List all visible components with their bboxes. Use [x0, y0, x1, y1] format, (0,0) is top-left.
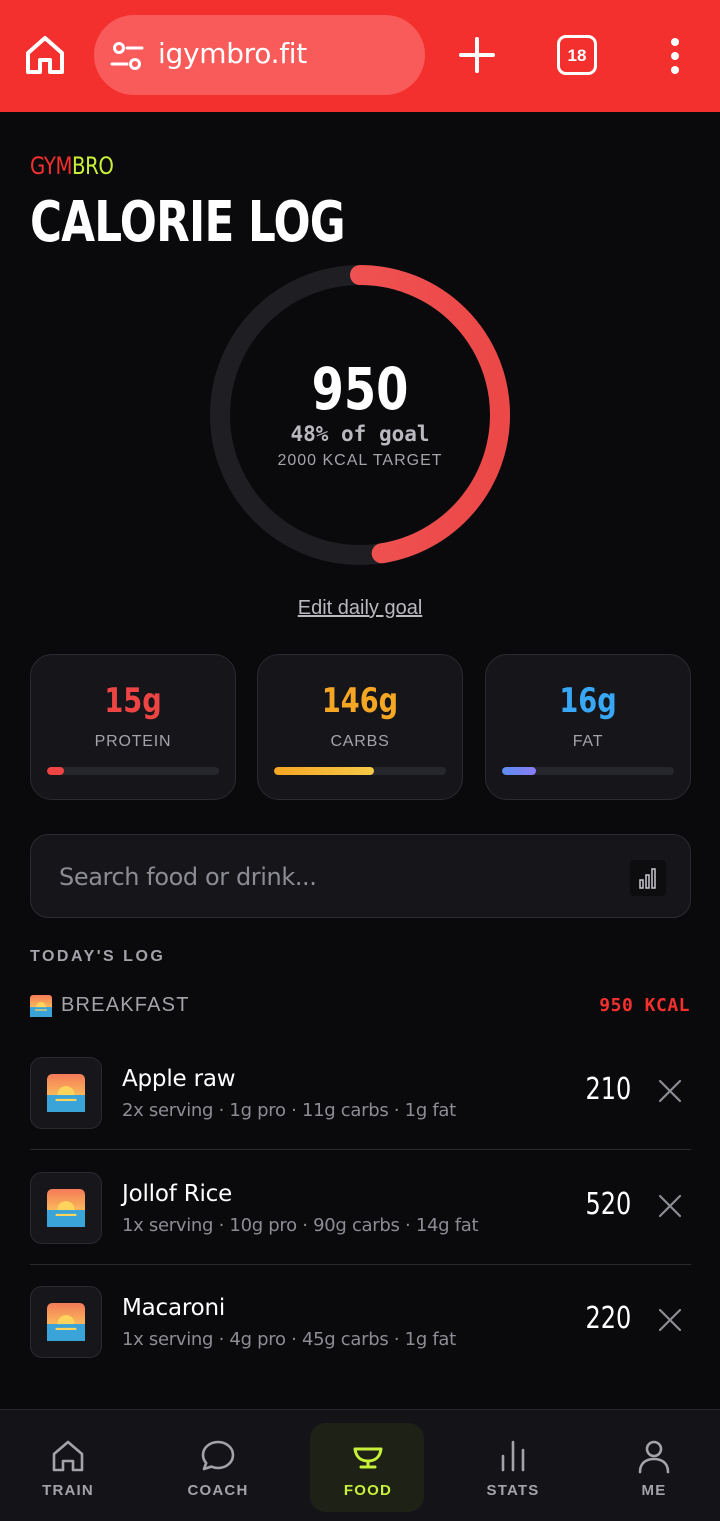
- remove-food-button[interactable]: [657, 1078, 683, 1104]
- home-icon: [26, 36, 64, 74]
- macro-progress-track: [502, 767, 674, 775]
- more-vertical-icon: [671, 38, 679, 74]
- nav-coach[interactable]: COACH: [158, 1410, 278, 1521]
- nav-label: STATS: [486, 1482, 540, 1499]
- remove-food-button[interactable]: [657, 1193, 683, 1219]
- tab-count: 18: [567, 46, 587, 65]
- food-log-row[interactable]: Apple raw 2x serving · 1g pro · 11g carb…: [30, 1036, 691, 1150]
- remove-food-button[interactable]: [657, 1307, 683, 1333]
- bar-chart-icon: [501, 1440, 525, 1472]
- macro-progress-fill: [274, 767, 374, 775]
- macro-card-fat: 16g FAT: [485, 654, 691, 800]
- nav-label: COACH: [187, 1482, 249, 1499]
- food-thumbnail: [30, 1172, 102, 1244]
- food-details: 2x serving · 1g pro · 11g carbs · 1g fat: [122, 1100, 456, 1121]
- food-kcal: 210: [585, 1072, 631, 1107]
- macro-progress-fill: [502, 767, 537, 775]
- meal-kcal-total: 950 KCAL: [599, 995, 690, 1016]
- macro-label: PROTEIN: [94, 733, 172, 750]
- goal-percent: 48% of goal: [290, 422, 430, 446]
- barcode-scan-button[interactable]: [630, 860, 666, 896]
- macro-progress-fill: [47, 767, 65, 775]
- macro-value: 16g: [559, 681, 617, 721]
- brand-bro: BRO: [72, 152, 114, 180]
- food-kcal: 220: [585, 1301, 631, 1336]
- sunrise-icon: [47, 1303, 85, 1341]
- nav-label: TRAIN: [42, 1482, 94, 1499]
- close-icon: [658, 1308, 682, 1332]
- bowl-icon: [353, 1447, 383, 1469]
- tab-switcher-button[interactable]: 18: [557, 35, 597, 75]
- chat-bubble-icon: [201, 1440, 235, 1471]
- site-settings-icon[interactable]: [110, 39, 144, 73]
- food-kcal: 520: [585, 1187, 631, 1222]
- macro-progress-track: [274, 767, 446, 775]
- food-search-box: [30, 834, 691, 918]
- nav-me[interactable]: ME: [594, 1410, 714, 1521]
- home-icon: [52, 1440, 84, 1472]
- food-name: Macaroni: [122, 1295, 226, 1321]
- barcode-scan-icon: [639, 868, 656, 889]
- close-icon: [658, 1079, 682, 1103]
- address-bar[interactable]: igymbro.fit: [94, 15, 425, 95]
- close-icon: [658, 1194, 682, 1218]
- food-details: 1x serving · 10g pro · 90g carbs · 14g f…: [122, 1215, 479, 1236]
- food-details: 1x serving · 4g pro · 45g carbs · 1g fat: [122, 1329, 456, 1350]
- sunrise-icon: [47, 1074, 85, 1112]
- food-thumbnail: [30, 1286, 102, 1358]
- food-name: Apple raw: [122, 1066, 236, 1092]
- food-name: Jollof Rice: [122, 1181, 233, 1207]
- brand-logo: GYMBRO: [30, 152, 114, 180]
- edit-daily-goal-link[interactable]: Edit daily goal: [0, 597, 720, 620]
- nav-train[interactable]: TRAIN: [8, 1410, 128, 1521]
- nav-stats[interactable]: STATS: [453, 1410, 573, 1521]
- food-search-input[interactable]: [59, 857, 619, 897]
- plus-icon: [459, 37, 495, 73]
- food-log-row[interactable]: Jollof Rice 1x serving · 10g pro · 90g c…: [30, 1151, 691, 1265]
- macro-progress-track: [47, 767, 219, 775]
- sunrise-icon: [47, 1189, 85, 1227]
- macro-label: CARBS: [330, 733, 390, 750]
- brand-gym: GYM: [30, 152, 73, 180]
- calories-consumed: 950: [311, 355, 409, 423]
- bottom-navigation: TRAIN COACH FOOD STATS ME: [0, 1409, 720, 1521]
- todays-log-heading: TODAY'S LOG: [30, 948, 166, 965]
- meal-name-breakfast: BREAKFAST: [61, 994, 190, 1016]
- food-thumbnail: [30, 1057, 102, 1129]
- macro-label: FAT: [572, 733, 604, 750]
- person-icon: [638, 1440, 670, 1474]
- url-text: igymbro.fit: [158, 37, 307, 70]
- sunrise-icon: [30, 995, 52, 1017]
- calorie-target: 2000 KCAL TARGET: [277, 452, 443, 469]
- nav-food[interactable]: FOOD: [308, 1410, 428, 1521]
- browser-toolbar: igymbro.fit 18: [0, 0, 720, 112]
- nav-label: ME: [641, 1482, 667, 1499]
- new-tab-button[interactable]: [455, 33, 499, 77]
- macro-value: 15g: [104, 681, 162, 721]
- food-log-row[interactable]: Macaroni 1x serving · 4g pro · 45g carbs…: [30, 1265, 691, 1379]
- macro-card-protein: 15g PROTEIN: [30, 654, 236, 800]
- nav-label: FOOD: [343, 1482, 393, 1499]
- browser-menu-button[interactable]: [662, 36, 688, 76]
- macro-value: 146g: [321, 681, 399, 721]
- browser-home-button[interactable]: [22, 32, 68, 78]
- macro-card-carbs: 146g CARBS: [257, 654, 463, 800]
- page-title: CALORIE LOG: [30, 190, 346, 255]
